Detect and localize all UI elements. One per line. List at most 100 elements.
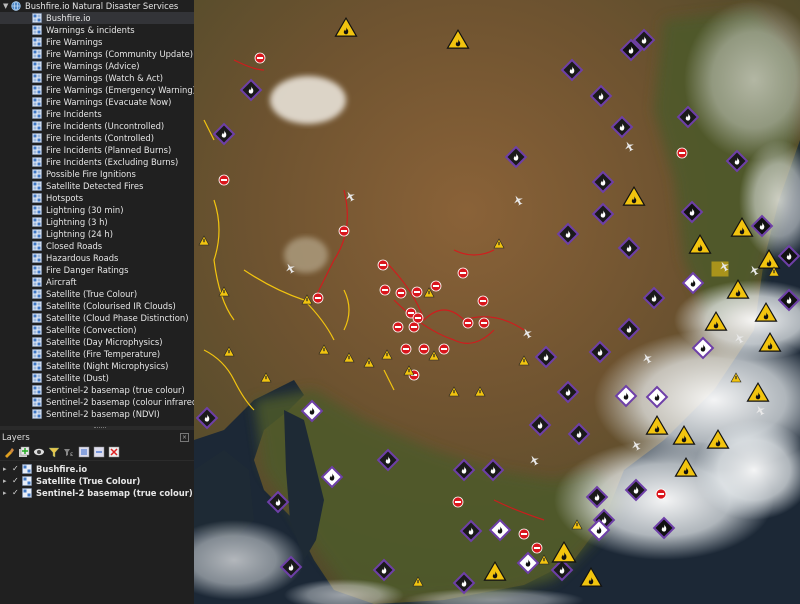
browser-item-label: Fire Warnings (Community Update): [46, 49, 194, 59]
browser-item[interactable]: Fire Incidents (Uncontrolled): [0, 120, 194, 132]
browser-item[interactable]: Satellite (Convection): [0, 324, 194, 336]
browser-item[interactable]: Lightning (24 h): [0, 228, 194, 240]
wms-layer-icon: [22, 464, 32, 474]
browser-item[interactable]: Warnings & incidents: [0, 24, 194, 36]
browser-item[interactable]: Fire Warnings (Watch & Act): [0, 72, 194, 84]
closed-road-icon[interactable]: [379, 284, 391, 296]
remove-layer-icon[interactable]: [108, 446, 120, 458]
browser-item[interactable]: Fire Warnings (Emergency Warning): [0, 84, 194, 96]
closed-road-icon[interactable]: [411, 286, 423, 298]
map-canvas[interactable]: [194, 0, 800, 604]
browser-item[interactable]: Satellite (True Colour): [0, 288, 194, 300]
closed-road-icon[interactable]: [462, 317, 474, 329]
browser-item[interactable]: Sentinel-2 basemap (NDVI): [0, 408, 194, 420]
browser-item[interactable]: Hotspots: [0, 192, 194, 204]
wms-layer-icon: [32, 25, 42, 35]
browser-item[interactable]: Satellite (Fire Temperature): [0, 348, 194, 360]
browser-item[interactable]: Fire Warnings (Advice): [0, 60, 194, 72]
browser-item[interactable]: Fire Incidents: [0, 108, 194, 120]
browser-item-label: Satellite Detected Fires: [46, 181, 144, 191]
closed-road-icon[interactable]: [655, 488, 667, 500]
closed-road-icon[interactable]: [412, 312, 424, 324]
closed-road-icon[interactable]: [430, 280, 442, 292]
closed-road-icon[interactable]: [408, 321, 420, 333]
panel-splitter[interactable]: [0, 426, 194, 430]
browser-item-label: Fire Incidents (Excluding Burns): [46, 157, 179, 167]
manage-map-themes-icon[interactable]: [33, 446, 45, 458]
browser-item[interactable]: Satellite (Cloud Phase Distinction): [0, 312, 194, 324]
browser-item[interactable]: Satellite (Dust): [0, 372, 194, 384]
closed-road-icon[interactable]: [377, 259, 389, 271]
layer-visibility-checkbox[interactable]: ✓: [12, 475, 22, 487]
layer-row[interactable]: ▸ ✓ Sentinel-2 basemap (true colour): [0, 487, 194, 499]
closed-road-icon[interactable]: [418, 343, 430, 355]
browser-item-label: Satellite (Convection): [46, 325, 137, 335]
closed-road-icon[interactable]: [400, 343, 412, 355]
wms-layer-icon: [32, 217, 42, 227]
browser-root-label: Bushfire.io Natural Disaster Services: [25, 1, 179, 11]
browser-item[interactable]: Possible Fire Ignitions: [0, 168, 194, 180]
closed-road-icon[interactable]: [457, 267, 469, 279]
sidebar: ▼ Bushfire.io Natural Disaster Services …: [0, 0, 194, 604]
browser-item[interactable]: Satellite (Night Microphysics): [0, 360, 194, 372]
browser-item[interactable]: Lightning (30 min): [0, 204, 194, 216]
browser-item[interactable]: Fire Incidents (Controlled): [0, 132, 194, 144]
layer-label: Sentinel-2 basemap (true colour): [36, 488, 193, 498]
browser-root-row[interactable]: ▼ Bushfire.io Natural Disaster Services: [0, 0, 194, 12]
closed-road-icon[interactable]: [477, 295, 489, 307]
closed-road-icon[interactable]: [531, 542, 543, 554]
browser-item[interactable]: Hazardous Roads: [0, 252, 194, 264]
collapse-all-icon[interactable]: [93, 446, 105, 458]
expand-caret-icon[interactable]: ▸: [3, 463, 12, 475]
closed-road-icon[interactable]: [438, 343, 450, 355]
browser-item[interactable]: Closed Roads: [0, 240, 194, 252]
browser-item[interactable]: Bushfire.io: [0, 12, 194, 24]
layer-visibility-checkbox[interactable]: ✓: [12, 487, 22, 499]
browser-panel: ▼ Bushfire.io Natural Disaster Services …: [0, 0, 194, 426]
closed-road-icon[interactable]: [312, 292, 324, 304]
closed-road-icon[interactable]: [392, 321, 404, 333]
wms-layer-icon: [22, 488, 32, 498]
browser-item[interactable]: Fire Incidents (Excluding Burns): [0, 156, 194, 168]
closed-road-icon[interactable]: [676, 147, 688, 159]
browser-item-label: Fire Incidents: [46, 109, 102, 119]
browser-item[interactable]: Sentinel-2 basemap (true colour): [0, 384, 194, 396]
browser-item[interactable]: Satellite Detected Fires: [0, 180, 194, 192]
layer-row[interactable]: ▸ ✓ Bushfire.io: [0, 463, 194, 475]
closed-road-icon[interactable]: [254, 52, 266, 64]
browser-item-label: Bushfire.io: [46, 13, 91, 23]
add-group-icon[interactable]: [18, 446, 30, 458]
expand-caret-icon[interactable]: ▸: [3, 475, 12, 487]
browser-item[interactable]: Sentinel-2 basemap (colour infrared): [0, 396, 194, 408]
browser-item[interactable]: Fire Warnings (Community Update): [0, 48, 194, 60]
closed-road-icon[interactable]: [218, 174, 230, 186]
wms-layer-icon: [32, 277, 42, 287]
closed-road-icon[interactable]: [338, 225, 350, 237]
filter-legend-icon[interactable]: [48, 446, 60, 458]
svg-text:ε: ε: [70, 451, 73, 458]
collapse-caret-icon[interactable]: ▼: [3, 0, 11, 12]
wms-layer-icon: [32, 121, 42, 131]
filter-by-expression-icon[interactable]: ε: [63, 446, 75, 458]
browser-item[interactable]: Satellite (Colourised IR Clouds): [0, 300, 194, 312]
open-layer-styling-icon[interactable]: [3, 446, 15, 458]
closed-road-icon[interactable]: [518, 528, 530, 540]
expand-all-icon[interactable]: [78, 446, 90, 458]
browser-item[interactable]: Satellite (Day Microphysics): [0, 336, 194, 348]
layer-visibility-checkbox[interactable]: ✓: [12, 463, 22, 475]
closed-road-icon[interactable]: [452, 496, 464, 508]
browser-item[interactable]: Fire Danger Ratings: [0, 264, 194, 276]
browser-item-label: Fire Warnings (Evacuate Now): [46, 97, 172, 107]
browser-item-label: Satellite (Colourised IR Clouds): [46, 301, 176, 311]
browser-item[interactable]: Lightning (3 h): [0, 216, 194, 228]
closed-road-icon[interactable]: [478, 317, 490, 329]
browser-item[interactable]: Fire Incidents (Planned Burns): [0, 144, 194, 156]
browser-item[interactable]: Fire Warnings (Evacuate Now): [0, 96, 194, 108]
browser-item-label: Warnings & incidents: [46, 25, 135, 35]
browser-item[interactable]: Fire Warnings: [0, 36, 194, 48]
expand-caret-icon[interactable]: ▸: [3, 487, 12, 499]
close-panel-icon[interactable]: ×: [180, 433, 189, 442]
layer-row[interactable]: ▸ ✓ Satellite (True Colour): [0, 475, 194, 487]
browser-item[interactable]: Aircraft: [0, 276, 194, 288]
closed-road-icon[interactable]: [395, 287, 407, 299]
